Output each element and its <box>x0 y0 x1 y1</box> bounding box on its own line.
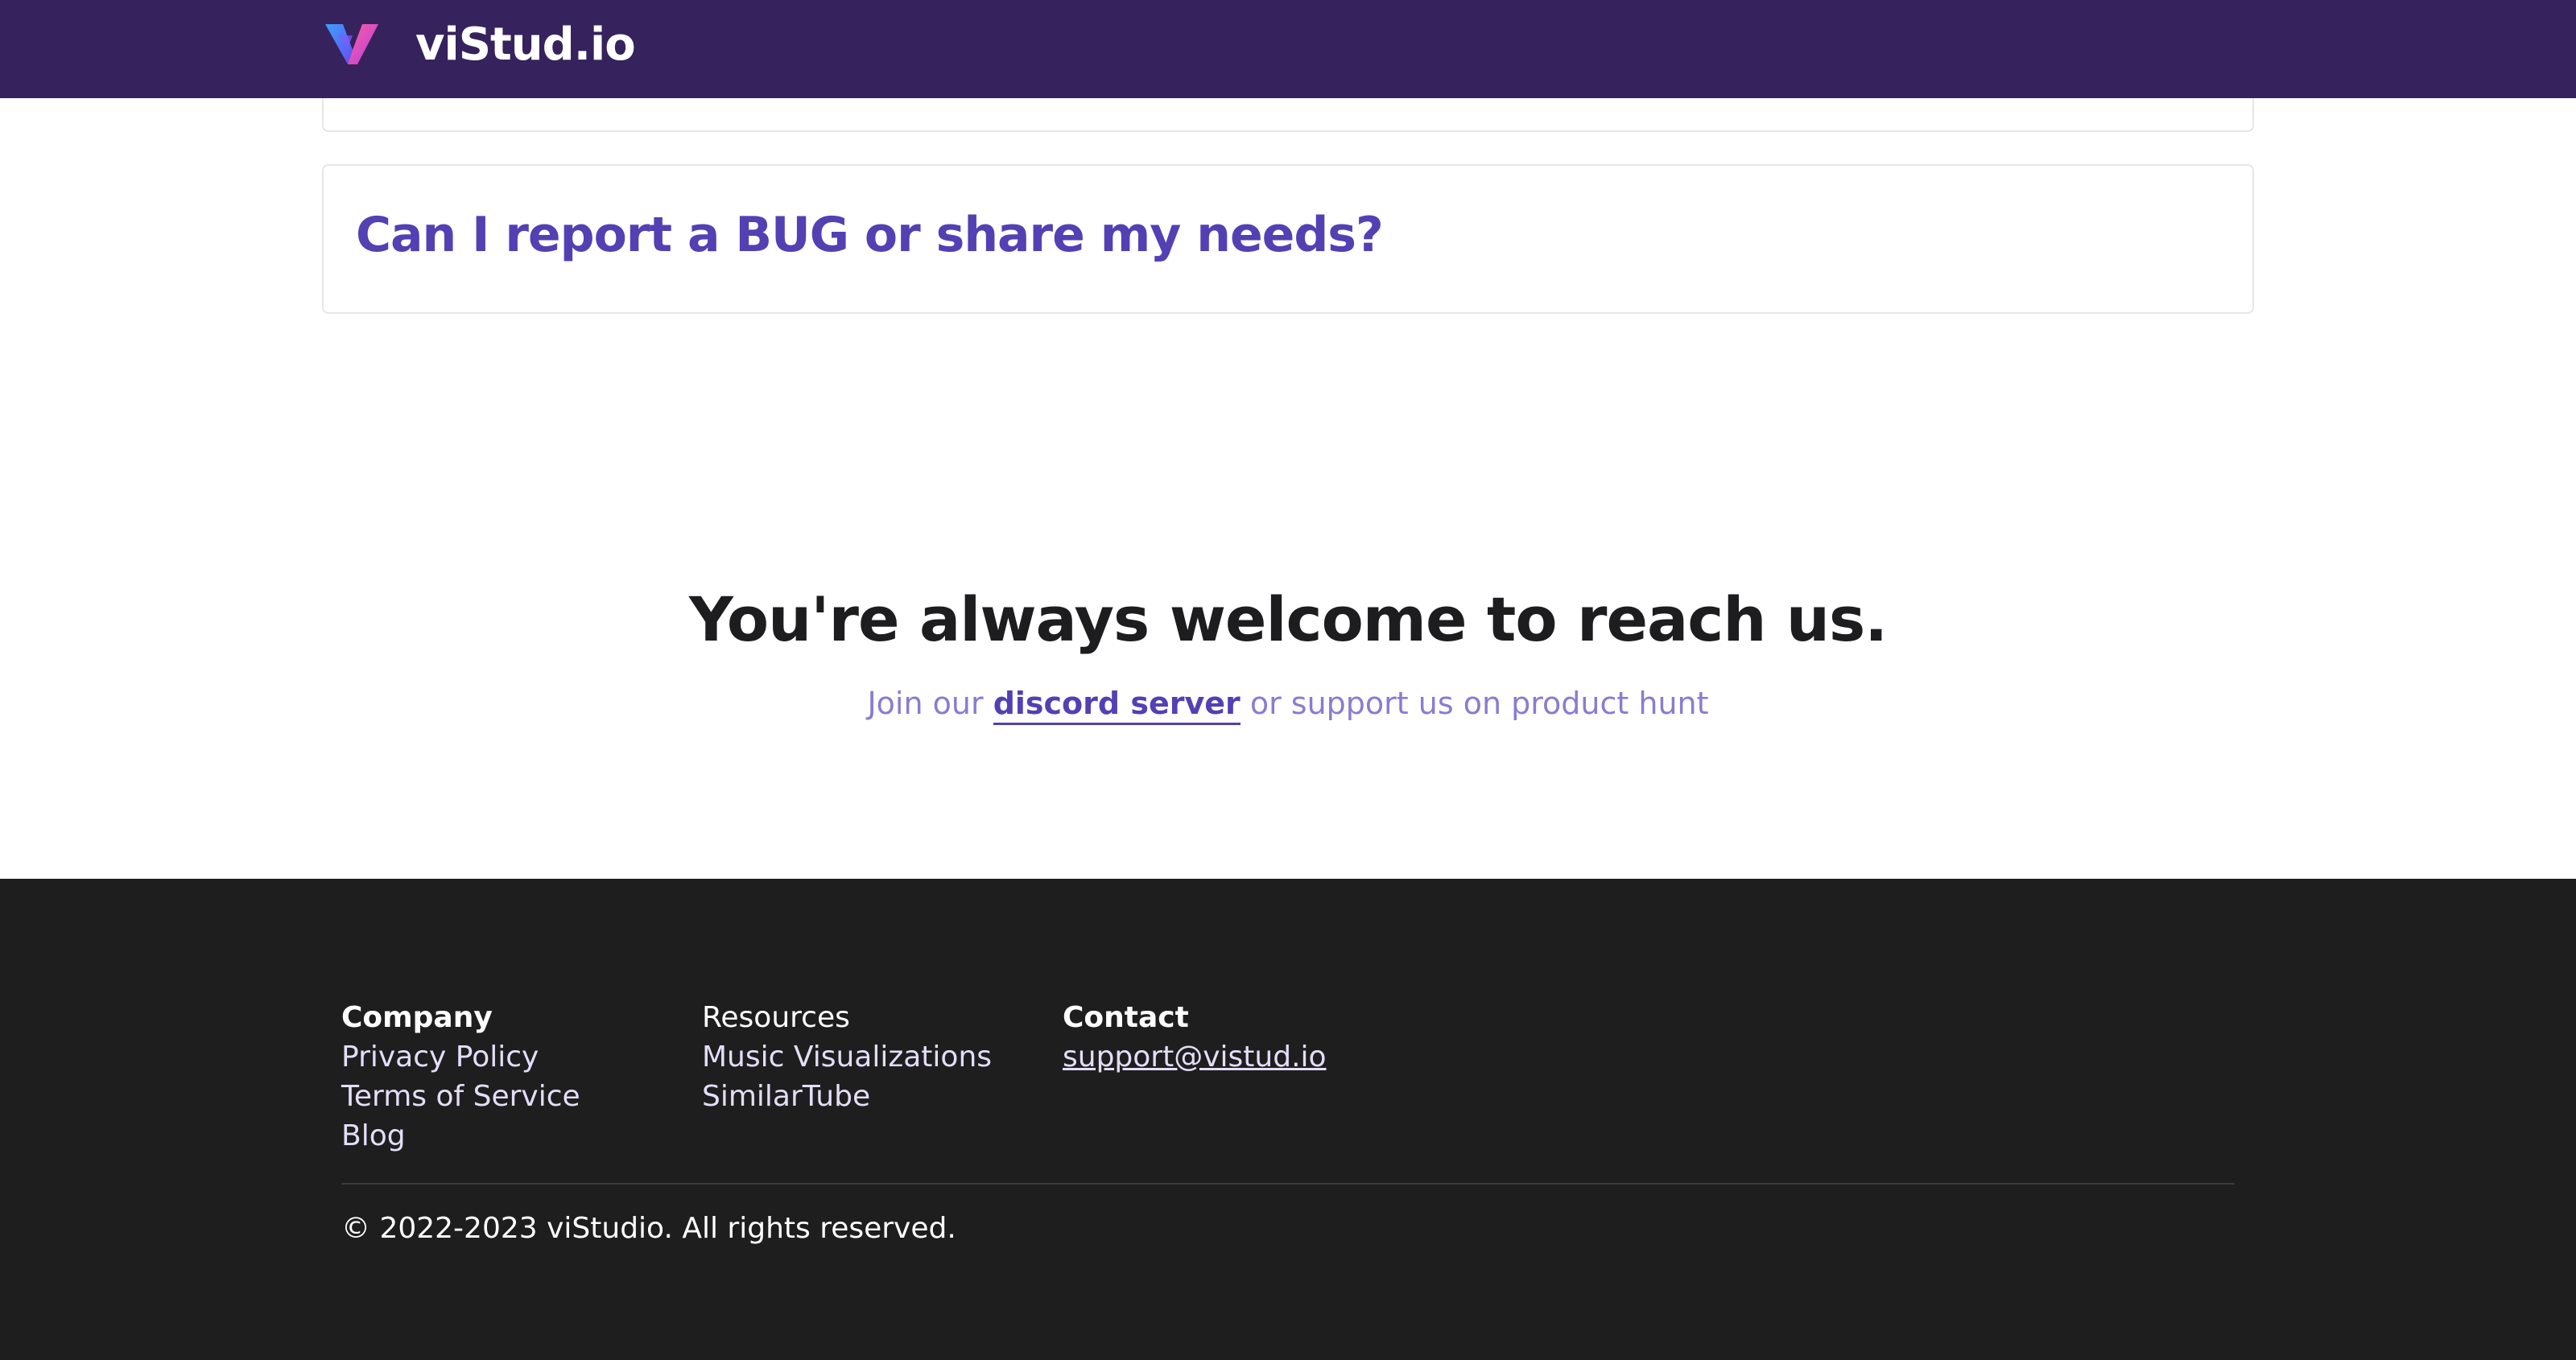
privacy-policy-link[interactable]: Privacy Policy <box>341 1037 580 1077</box>
brand-name[interactable]: viStud.io <box>415 13 636 77</box>
music-visualizations-link[interactable]: Music Visualizations <box>702 1037 992 1077</box>
top-navigation-bar: viStud.io <box>0 0 2576 98</box>
vistudio-v-logo-icon <box>325 24 378 64</box>
reach-us-subtitle: Join our discord server or support us on… <box>0 681 2576 726</box>
site-footer: Company Privacy Policy Terms of Service … <box>0 879 2576 1360</box>
footer-contact-heading: Contact <box>1063 1001 1189 1034</box>
footer-resources-heading: Resources <box>702 1001 850 1034</box>
reach-sub-prefix: Join our <box>867 686 993 721</box>
footer-divider <box>341 1183 2235 1185</box>
copyright-notice: © 2022-2023 viStudio. All rights reserve… <box>341 1212 956 1245</box>
faq-card-report-bug[interactable]: Can I report a BUG or share my needs? <box>322 164 2254 314</box>
footer-contact-column: Contact support@vistud.io <box>1063 998 1327 1077</box>
reach-sub-suffix: or support us on product hunt <box>1240 686 1709 721</box>
faq-question[interactable]: Can I report a BUG or share my needs? <box>356 201 1384 269</box>
footer-resources-column: Resources Music Visualizations SimilarTu… <box>702 998 992 1116</box>
reach-us-heading: You're always welcome to reach us. <box>688 583 1888 655</box>
discord-server-link[interactable]: discord server <box>993 686 1241 725</box>
blog-link[interactable]: Blog <box>341 1116 580 1156</box>
footer-company-column: Company Privacy Policy Terms of Service … <box>341 998 580 1156</box>
similartube-link[interactable]: SimilarTube <box>702 1077 992 1116</box>
terms-of-service-link[interactable]: Terms of Service <box>341 1077 580 1116</box>
footer-company-heading: Company <box>341 1001 493 1034</box>
support-email-link[interactable]: support@vistud.io <box>1063 1037 1327 1077</box>
